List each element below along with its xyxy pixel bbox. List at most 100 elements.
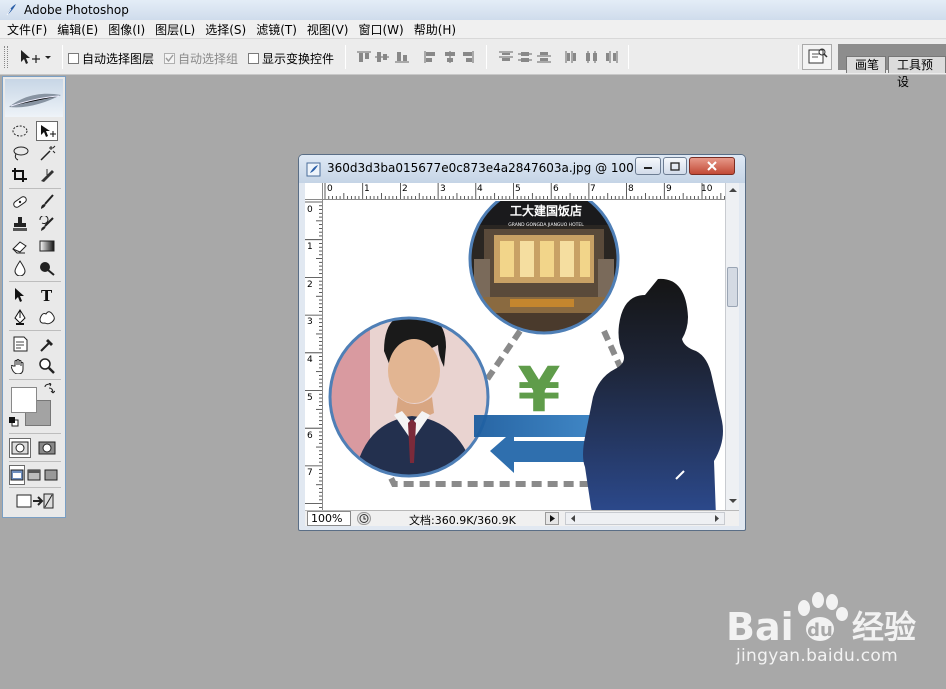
auto-select-group-checkbox[interactable]: 自动选择组 <box>164 50 238 67</box>
swap-colors-icon[interactable] <box>43 383 55 395</box>
file-browser-button[interactable] <box>802 44 832 70</box>
align-top-edges-icon[interactable] <box>356 50 372 64</box>
app-title: Adobe Photoshop <box>24 3 129 17</box>
document-window: 360d3d3ba015677e0c873e4a2847603a.jpg @ 1… <box>298 154 746 531</box>
scroll-down-icon[interactable] <box>727 496 739 506</box>
eyedropper-tool-icon[interactable] <box>36 334 58 354</box>
close-button[interactable] <box>689 157 735 175</box>
quick-mask-mode-icon[interactable] <box>36 438 58 458</box>
clone-stamp-tool-icon[interactable] <box>9 214 31 234</box>
dodge-tool-icon[interactable] <box>36 258 58 278</box>
foreground-color-swatch[interactable] <box>11 387 37 413</box>
align-horizontal-centers-icon[interactable] <box>442 50 458 64</box>
align-right-edges-icon[interactable] <box>460 50 476 64</box>
triangle-right-icon <box>550 515 555 522</box>
svg-text:du: du <box>807 620 833 641</box>
distribute-bottom-icon[interactable] <box>536 50 552 64</box>
auto-select-layer-checkbox[interactable]: 自动选择图层 <box>68 50 154 67</box>
scroll-left-icon[interactable] <box>568 513 578 524</box>
show-transform-controls-checkbox[interactable]: 显示变换控件 <box>248 50 334 67</box>
distribute-left-icon[interactable] <box>564 50 580 64</box>
checkbox-box[interactable] <box>164 53 175 64</box>
scroll-right-icon[interactable] <box>712 513 722 524</box>
standard-screen-mode-icon[interactable] <box>9 465 25 485</box>
options-separator <box>62 45 63 69</box>
auto-select-group-label: 自动选择组 <box>178 52 239 66</box>
toolbox-separator <box>9 281 61 282</box>
align-bottom-edges-icon[interactable] <box>394 50 410 64</box>
menu-image[interactable]: 图像(I) <box>103 21 150 38</box>
path-selection-tool-icon[interactable] <box>9 285 31 305</box>
full-screen-mode-icon[interactable] <box>43 465 59 485</box>
align-left-edges-icon[interactable] <box>422 50 438 64</box>
menu-edit[interactable]: 编辑(E) <box>52 21 103 38</box>
jump-to-imageready-icon[interactable] <box>11 491 59 511</box>
type-tool-icon[interactable]: T <box>36 285 58 305</box>
custom-shape-tool-icon[interactable] <box>36 307 58 327</box>
zoom-level-field[interactable]: 100% <box>307 511 351 526</box>
horizontal-ruler[interactable]: 0 1 2 3 4 5 6 7 8 9 10 <box>323 183 739 200</box>
notes-tool-icon[interactable] <box>9 334 31 354</box>
lasso-tool-icon[interactable] <box>9 143 31 163</box>
menu-select[interactable]: 选择(S) <box>200 21 251 38</box>
toolbox-separator <box>9 379 61 380</box>
crop-tool-icon[interactable] <box>9 165 31 185</box>
scroll-up-icon[interactable] <box>727 185 739 195</box>
tab-tool-presets[interactable]: 工具预设 <box>888 56 946 89</box>
horizontal-scrollbar[interactable] <box>565 512 725 525</box>
magic-wand-tool-icon[interactable] <box>36 143 58 163</box>
watermark-brand: Bai <box>726 605 794 649</box>
zoom-tool-icon[interactable] <box>36 356 58 376</box>
menu-filter[interactable]: 滤镜(T) <box>251 21 302 38</box>
status-info-button[interactable] <box>357 512 371 525</box>
document-icon <box>306 162 321 177</box>
marquee-tool-icon[interactable] <box>9 121 31 141</box>
distribute-horizontal-centers-icon[interactable] <box>584 50 600 64</box>
brush-tool-icon[interactable] <box>36 192 58 212</box>
vertical-ruler[interactable]: 0 1 2 3 4 5 6 7 <box>305 200 323 510</box>
status-menu-button[interactable] <box>545 512 559 525</box>
options-bar: 自动选择图层 自动选择组 显示变换控件 画笔 工具预设 <box>0 39 946 89</box>
standard-mode-icon[interactable] <box>9 438 31 458</box>
move-tool-preset-icon[interactable] <box>16 47 56 67</box>
file-browser-icon <box>808 48 828 64</box>
toolbox-header[interactable] <box>5 79 63 117</box>
tab-brushes[interactable]: 画笔 <box>846 56 887 73</box>
options-bar-grip[interactable] <box>4 46 8 68</box>
ruler-label: 4 <box>307 355 313 365</box>
document-titlebar[interactable]: 360d3d3ba015677e0c873e4a2847603a.jpg @ 1… <box>299 155 745 183</box>
menu-help[interactable]: 帮助(H) <box>409 21 461 38</box>
maximize-button[interactable] <box>663 157 687 175</box>
minimize-button[interactable] <box>635 157 661 175</box>
align-vertical-centers-icon[interactable] <box>374 50 390 64</box>
eraser-tool-icon[interactable] <box>9 236 31 256</box>
vertical-scrollbar[interactable] <box>725 183 739 510</box>
distribute-vertical-centers-icon[interactable] <box>517 50 533 64</box>
ruler-origin[interactable] <box>305 183 323 200</box>
menu-window[interactable]: 窗口(W) <box>353 21 408 38</box>
show-transform-controls-label: 显示变换控件 <box>262 52 335 66</box>
move-tool-icon[interactable] <box>36 121 58 141</box>
blur-tool-icon[interactable] <box>9 258 31 278</box>
checkbox-box[interactable] <box>68 53 79 64</box>
gradient-tool-icon[interactable] <box>36 236 58 256</box>
distribute-right-icon[interactable] <box>603 50 619 64</box>
full-screen-menu-mode-icon[interactable] <box>26 465 42 485</box>
distribute-top-icon[interactable] <box>498 50 514 64</box>
pen-tool-icon[interactable] <box>9 307 31 327</box>
toolbox: T <box>2 76 66 518</box>
vertical-scroll-thumb[interactable] <box>727 267 738 307</box>
menu-layer[interactable]: 图层(L) <box>150 21 200 38</box>
ruler-label: 2 <box>402 184 408 194</box>
default-colors-icon[interactable] <box>9 417 19 427</box>
status-bar: 100% 文档:360.9K/360.9K <box>305 510 739 527</box>
menu-view[interactable]: 视图(V) <box>302 21 354 38</box>
menu-file[interactable]: 文件(F) <box>2 21 52 38</box>
slice-tool-icon[interactable] <box>36 165 58 185</box>
checkbox-box[interactable] <box>248 53 259 64</box>
history-brush-tool-icon[interactable] <box>36 214 58 234</box>
canvas-area: 0 1 2 3 4 5 6 7 8 9 10 0 1 2 3 4 5 6 7 工… <box>305 183 739 510</box>
hand-tool-icon[interactable] <box>9 356 31 376</box>
document-image[interactable]: 工大建国饭店 GRAND GONGDA JIANGUO HOTEL ¥ <box>324 201 725 510</box>
healing-brush-tool-icon[interactable] <box>9 192 31 212</box>
